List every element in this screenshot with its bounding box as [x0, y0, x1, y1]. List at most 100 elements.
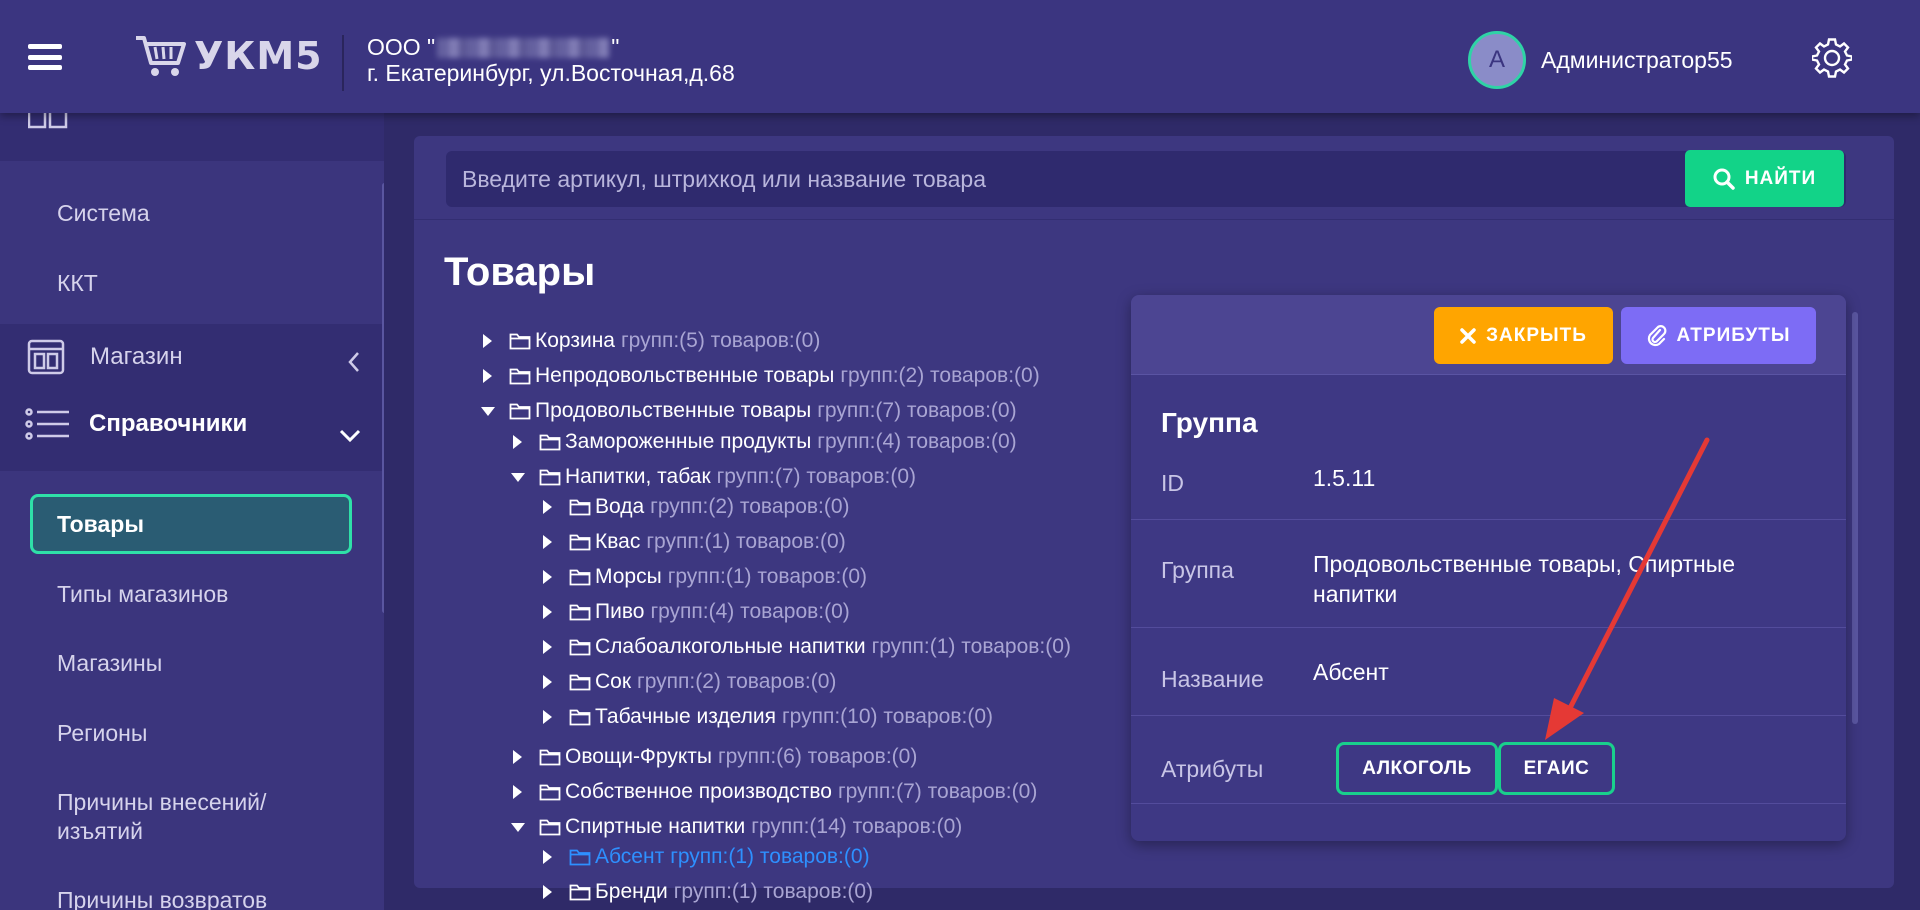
- tree-node-label[interactable]: Слабоалкогольные напитки: [595, 635, 866, 659]
- caret-right-icon[interactable]: [543, 570, 552, 584]
- tree-node[interactable]: Напитки, табак групп:(7) товаров:(0): [511, 465, 916, 489]
- tree-node-label[interactable]: Овощи-Фрукты: [565, 745, 712, 769]
- field-value-group: Продовольственные товары, Спиртные напит…: [1313, 551, 1736, 607]
- tree-node[interactable]: Замороженные продукты групп:(4) товаров:(…: [511, 430, 1017, 454]
- caret-right-icon[interactable]: [543, 605, 552, 619]
- sidebar-section-shop[interactable]: Магазин: [27, 338, 183, 376]
- tree-node[interactable]: Бренди групп:(1) товаров:(0): [541, 880, 873, 904]
- caret-right-icon[interactable]: [513, 785, 522, 799]
- caret-down-icon[interactable]: [481, 406, 495, 416]
- tree-node[interactable]: Табачные изделия групп:(10) товаров:(0): [541, 705, 993, 729]
- store-icon: [27, 339, 65, 375]
- folder-icon: [569, 884, 591, 901]
- sidebar-item-return-reasons[interactable]: Причины возвратов: [57, 887, 267, 910]
- user-name[interactable]: Администратор55: [1541, 47, 1733, 74]
- tree-node-label[interactable]: Корзина: [535, 329, 615, 353]
- sidebar-item-reasons-line1[interactable]: Причины внесений/: [57, 789, 266, 816]
- tree-node[interactable]: Слабоалкогольные напитки групп:(1) товаро…: [541, 635, 1071, 659]
- chevron-left-icon[interactable]: [347, 351, 361, 373]
- tree-node-counts: групп:(1) товаров:(0): [670, 845, 870, 868]
- caret-right-icon[interactable]: [513, 750, 522, 764]
- logo[interactable]: УКМ5: [134, 32, 323, 80]
- sidebar-item-stores[interactable]: Магазины: [57, 650, 162, 677]
- tree-node-label[interactable]: Бренди: [595, 880, 668, 904]
- find-button-label: НАЙТИ: [1744, 167, 1817, 189]
- card-divider: [1131, 803, 1846, 804]
- search-input[interactable]: [446, 151, 1686, 207]
- folder-icon: [509, 368, 531, 385]
- caret-right-icon[interactable]: [543, 535, 552, 549]
- attribute-chip-alcohol[interactable]: АЛКОГОЛЬ: [1336, 742, 1498, 795]
- caret-right-icon[interactable]: [543, 675, 552, 689]
- tree-node-label[interactable]: Пиво: [595, 600, 644, 624]
- tree-node-label[interactable]: Табачные изделия: [595, 705, 776, 729]
- dashboard-icon: [28, 113, 68, 129]
- tree-node-label[interactable]: Собственное производство: [565, 780, 832, 804]
- tree-node-label[interactable]: Напитки, табак: [565, 465, 711, 489]
- tree-node[interactable]: Абсент групп:(1) товаров:(0): [541, 845, 870, 869]
- gear-icon[interactable]: [1812, 38, 1852, 78]
- tree-node-label[interactable]: Абсент: [595, 845, 664, 869]
- tree-node-counts: групп:(1) товаров:(0): [871, 635, 1071, 658]
- tree-node-label[interactable]: Вода: [595, 495, 644, 519]
- attribute-chip-egais[interactable]: ЕГАИС: [1498, 742, 1615, 795]
- caret-down-icon[interactable]: [511, 822, 525, 832]
- caret-right-icon[interactable]: [543, 850, 552, 864]
- tree-node-label[interactable]: Сок: [595, 670, 631, 694]
- paperclip-icon: [1647, 324, 1666, 346]
- caret-down-icon[interactable]: [511, 472, 525, 482]
- tree-node[interactable]: Пиво групп:(4) товаров:(0): [541, 600, 850, 624]
- folder-icon: [539, 469, 561, 486]
- avatar[interactable]: А: [1468, 31, 1526, 89]
- caret-right-icon[interactable]: [483, 334, 492, 348]
- caret-right-icon[interactable]: [513, 435, 522, 449]
- tree-node[interactable]: Морсы групп:(1) товаров:(0): [541, 565, 867, 589]
- tree-node[interactable]: Корзина групп:(5) товаров:(0): [481, 329, 820, 353]
- caret-right-icon[interactable]: [543, 500, 552, 514]
- tree-node[interactable]: Сок групп:(2) товаров:(0): [541, 670, 836, 694]
- caret-right-icon[interactable]: [543, 885, 552, 899]
- folder-icon: [539, 819, 561, 836]
- field-label-id: ID: [1161, 470, 1184, 496]
- sidebar-item-regions[interactable]: Регионы: [57, 720, 147, 747]
- chevron-down-icon[interactable]: [339, 429, 361, 443]
- attributes-button[interactable]: АТРИБУТЫ: [1621, 307, 1816, 364]
- main-scrollbar[interactable]: [1852, 312, 1858, 724]
- organization-address: г. Екатеринбург, ул.Восточная,д.68: [367, 60, 735, 86]
- find-button[interactable]: НАЙТИ: [1685, 150, 1844, 207]
- tree-node[interactable]: Продовольственные товары групп:(7) товаро…: [481, 399, 1017, 423]
- folder-icon: [539, 784, 561, 801]
- tree-node-label[interactable]: Непродовольственные товары: [535, 364, 834, 388]
- tree-node-label[interactable]: Замороженные продукты: [565, 430, 811, 454]
- menu-icon[interactable]: [28, 44, 62, 70]
- sidebar-item-products[interactable]: Товары: [30, 494, 352, 554]
- page-title: Товары: [444, 250, 596, 294]
- tree-node-label[interactable]: Квас: [595, 530, 640, 554]
- sidebar-item-store-types[interactable]: Типы магазинов: [57, 581, 228, 608]
- folder-icon: [539, 749, 561, 766]
- folder-icon: [509, 333, 531, 350]
- tree-node-label[interactable]: Морсы: [595, 565, 662, 589]
- caret-right-icon[interactable]: [543, 710, 552, 724]
- sidebar-item-reasons-line2[interactable]: изъятий: [57, 818, 143, 845]
- tree-node-counts: групп:(2) товаров:(0): [840, 364, 1040, 387]
- tree-node-counts: групп:(4) товаров:(0): [817, 430, 1017, 453]
- tree-node-label[interactable]: Спиртные напитки: [565, 815, 745, 839]
- tree-node[interactable]: Овощи-Фрукты групп:(6) товаров:(0): [511, 745, 917, 769]
- sidebar-item-system[interactable]: Система: [57, 200, 150, 227]
- tree-node[interactable]: Квас групп:(1) товаров:(0): [541, 530, 846, 554]
- caret-right-icon[interactable]: [543, 640, 552, 654]
- sidebar-scrollbar[interactable]: [382, 183, 384, 613]
- tree-node[interactable]: Непродовольственные товары групп:(2) това…: [481, 364, 1040, 388]
- tree-node-label[interactable]: Продовольственные товары: [535, 399, 811, 423]
- close-button[interactable]: ЗАКРЫТЬ: [1434, 307, 1613, 364]
- tree-node[interactable]: Спиртные напитки групп:(14) товаров:(0): [511, 815, 962, 839]
- tree-node-counts: групп:(7) товаров:(0): [837, 780, 1038, 803]
- tree-node[interactable]: Собственное производство групп:(7) товаро…: [511, 780, 1037, 804]
- sidebar-section-references[interactable]: Справочники: [25, 408, 247, 440]
- tree-node-counts: групп:(10) товаров:(0): [781, 705, 994, 728]
- caret-right-icon[interactable]: [483, 369, 492, 383]
- sidebar-item-kkt[interactable]: ККТ: [57, 270, 98, 297]
- tree-node[interactable]: Вода групп:(2) товаров:(0): [541, 495, 850, 519]
- sidebar-collapsed-section[interactable]: [0, 113, 384, 161]
